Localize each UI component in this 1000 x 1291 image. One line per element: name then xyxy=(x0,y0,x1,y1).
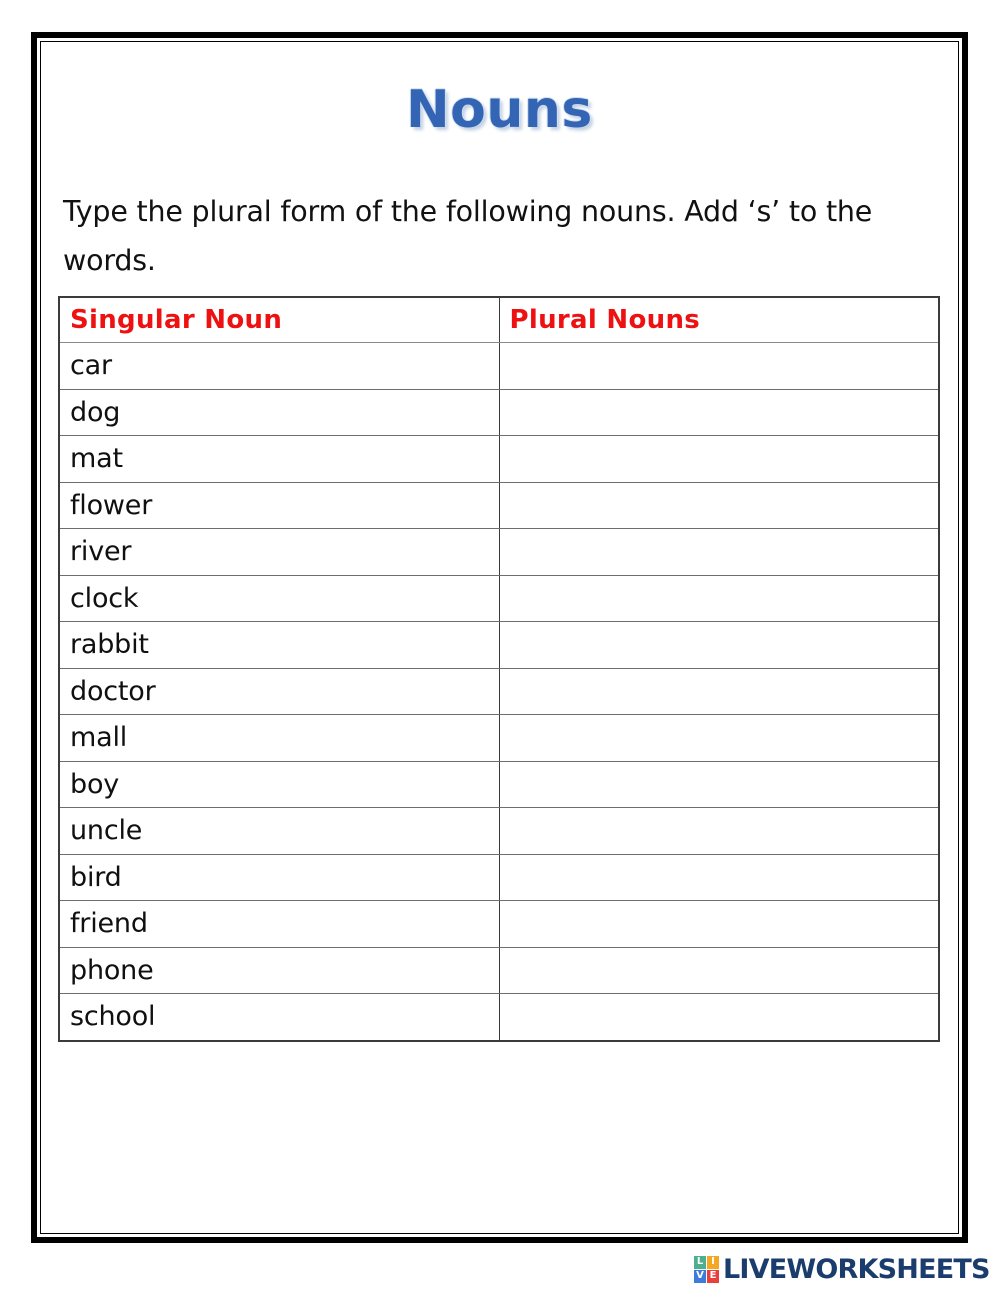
singular-noun-cell: rabbit xyxy=(58,621,500,669)
plural-noun-answer-cell[interactable] xyxy=(498,760,940,808)
table-row: car xyxy=(58,342,940,390)
table-row: mall xyxy=(58,714,940,762)
plural-noun-answer-cell[interactable] xyxy=(498,993,940,1042)
table-row: school xyxy=(58,993,940,1042)
plural-noun-answer-cell[interactable] xyxy=(498,946,940,994)
logo-tile-i: I xyxy=(707,1255,719,1269)
table-row: boy xyxy=(58,760,940,808)
table-row: rabbit xyxy=(58,621,940,669)
plural-noun-answer-cell[interactable] xyxy=(498,667,940,715)
table-row: uncle xyxy=(58,807,940,855)
plural-noun-answer-cell[interactable] xyxy=(498,481,940,529)
singular-noun-cell: bird xyxy=(58,853,500,901)
table-row: river xyxy=(58,528,940,576)
plural-noun-answer-cell[interactable] xyxy=(498,574,940,622)
column-header-singular: Singular Noun xyxy=(58,296,500,343)
plural-noun-answer-cell[interactable] xyxy=(498,528,940,576)
table-row: friend xyxy=(58,900,940,948)
liveworksheets-logo-icon: L I V E xyxy=(694,1255,719,1283)
singular-noun-cell: clock xyxy=(58,574,500,622)
plural-noun-answer-cell[interactable] xyxy=(498,621,940,669)
plural-noun-answer-cell[interactable] xyxy=(498,714,940,762)
logo-tile-l: L xyxy=(694,1255,706,1269)
table-row: flower xyxy=(58,481,940,529)
singular-noun-cell: flower xyxy=(58,481,500,529)
singular-noun-cell: friend xyxy=(58,900,500,948)
instruction-text: Type the plural form of the following no… xyxy=(63,195,873,277)
singular-noun-cell: car xyxy=(58,342,500,390)
plural-noun-answer-cell[interactable] xyxy=(498,853,940,901)
table-row: mat xyxy=(58,435,940,483)
singular-noun-cell: boy xyxy=(58,760,500,808)
plural-noun-answer-cell[interactable] xyxy=(498,435,940,483)
logo-tile-e: E xyxy=(707,1269,719,1283)
table-row: doctor xyxy=(58,667,940,715)
plural-noun-answer-cell[interactable] xyxy=(498,900,940,948)
plural-noun-answer-cell[interactable] xyxy=(498,342,940,390)
singular-noun-cell: doctor xyxy=(58,667,500,715)
singular-noun-cell: dog xyxy=(58,388,500,436)
table-row: dog xyxy=(58,388,940,436)
singular-noun-cell: school xyxy=(58,993,500,1042)
table-body: car dog mat flower river clock rabbit do… xyxy=(58,342,940,1042)
table-row: phone xyxy=(58,946,940,994)
table-header-row: Singular Noun Plural Nouns xyxy=(58,296,940,343)
worksheet-content: Nouns Type the plural form of the follow… xyxy=(41,42,958,1233)
plural-noun-answer-cell[interactable] xyxy=(498,807,940,855)
liveworksheets-wordmark: LIVEWORKSHEETS xyxy=(723,1253,990,1285)
singular-noun-cell: uncle xyxy=(58,807,500,855)
singular-noun-cell: mall xyxy=(58,714,500,762)
plural-noun-answer-cell[interactable] xyxy=(498,388,940,436)
singular-noun-cell: phone xyxy=(58,946,500,994)
logo-tile-v: V xyxy=(694,1269,706,1283)
page-title: Nouns xyxy=(406,80,593,140)
column-header-plural: Plural Nouns xyxy=(498,296,940,343)
table-row: bird xyxy=(58,853,940,901)
singular-noun-cell: river xyxy=(58,528,500,576)
worksheet-page: Nouns Type the plural form of the follow… xyxy=(0,0,1000,1291)
table-row: clock xyxy=(58,574,940,622)
table-header: Singular Noun Plural Nouns xyxy=(58,296,940,343)
singular-noun-cell: mat xyxy=(58,435,500,483)
nouns-table: Singular Noun Plural Nouns car dog mat f… xyxy=(58,296,940,1042)
liveworksheets-logo[interactable]: L I V E LIVEWORKSHEETS xyxy=(694,1252,990,1286)
